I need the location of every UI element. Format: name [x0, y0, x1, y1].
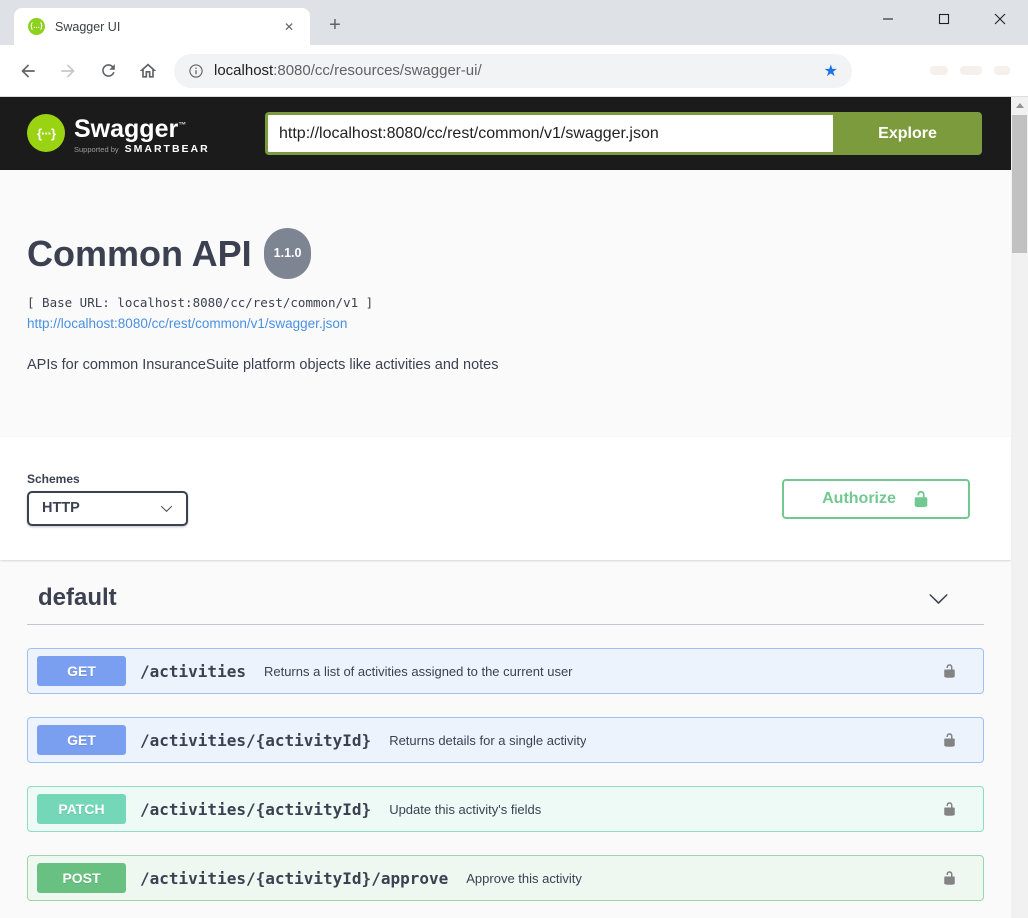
operation-summary: Returns a list of activities assigned to…: [264, 664, 573, 679]
scrollbar-up-arrow[interactable]: [1011, 97, 1028, 114]
operations-section: default GET /activities Returns a list o…: [0, 584, 1011, 901]
version-badge: 1.1.0: [264, 228, 312, 279]
back-icon[interactable]: [8, 51, 48, 91]
schemes-label: Schemes: [27, 472, 188, 486]
tab-title: Swagger UI: [55, 20, 278, 34]
unlock-icon: [912, 490, 930, 508]
extension-icon[interactable]: [930, 66, 948, 75]
spec-url-group: Explore: [265, 112, 982, 155]
unlock-icon[interactable]: [942, 869, 957, 887]
browser-tab[interactable]: {…} Swagger UI ✕: [14, 8, 310, 45]
tag-default-header[interactable]: default: [27, 584, 984, 625]
scheme-select[interactable]: HTTP: [27, 491, 188, 526]
authorize-button[interactable]: Authorize: [782, 479, 970, 519]
method-badge: GET: [37, 656, 126, 686]
browser-titlebar: {…} Swagger UI ✕ +: [0, 0, 1028, 45]
scheme-selected-value: HTTP: [42, 500, 80, 516]
api-description: APIs for common InsuranceSuite platform …: [27, 357, 984, 373]
api-info-section: Common API1.1.0 [ Base URL: localhost:80…: [0, 170, 1011, 437]
swagger-brand-name: Swagger™: [74, 115, 186, 143]
operation-row-get-activity-by-id[interactable]: GET /activities/{activityId} Returns det…: [27, 717, 984, 763]
close-window-button[interactable]: [972, 0, 1028, 38]
supported-by-label: Supported by: [74, 145, 119, 154]
chevron-down-icon: [160, 502, 173, 515]
unlock-icon[interactable]: [942, 800, 957, 818]
page-viewport: {···} Swagger™ Supported by SMARTBEAR Ex…: [0, 97, 1028, 918]
browser-window: {…} Swagger UI ✕ +: [0, 0, 1028, 918]
tag-name: default: [38, 584, 117, 612]
operation-path: /activities: [140, 662, 246, 681]
operation-path: /activities/{activityId}/approve: [140, 869, 448, 888]
address-bar[interactable]: localhost:8080/cc/resources/swagger-ui/ …: [174, 54, 852, 88]
swagger-logo-icon: {···}: [27, 114, 65, 152]
explore-button[interactable]: Explore: [833, 112, 982, 155]
method-badge: POST: [37, 863, 126, 893]
method-badge: PATCH: [37, 794, 126, 824]
window-controls: [860, 0, 1028, 38]
unlock-icon[interactable]: [942, 662, 957, 680]
operation-summary: Returns details for a single activity: [389, 733, 586, 748]
method-badge: GET: [37, 725, 126, 755]
swagger-ui-page: {···} Swagger™ Supported by SMARTBEAR Ex…: [0, 97, 1011, 918]
operation-summary: Approve this activity: [466, 871, 582, 886]
home-icon[interactable]: [128, 51, 168, 91]
swagger-topbar: {···} Swagger™ Supported by SMARTBEAR Ex…: [0, 97, 1011, 170]
operation-path: /activities/{activityId}: [140, 731, 371, 750]
operation-path: /activities/{activityId}: [140, 800, 371, 819]
toolbar-extras: [858, 66, 1020, 75]
browser-menu-icon[interactable]: [994, 66, 1010, 75]
swagger-brand[interactable]: {···} Swagger™ Supported by SMARTBEAR: [27, 112, 210, 154]
page-title: Common API1.1.0: [27, 232, 984, 283]
unlock-icon[interactable]: [942, 731, 957, 749]
minimize-button[interactable]: [860, 0, 916, 38]
url-text: localhost:8080/cc/resources/swagger-ui/: [214, 62, 482, 79]
scrollbar-thumb[interactable]: [1012, 115, 1027, 253]
scheme-container: Schemes HTTP Authorize: [0, 437, 1011, 560]
operation-row-patch-activity[interactable]: PATCH /activities/{activityId} Update th…: [27, 786, 984, 832]
new-tab-button[interactable]: +: [322, 14, 348, 37]
maximize-button[interactable]: [916, 0, 972, 38]
forward-icon[interactable]: [48, 51, 88, 91]
refresh-icon[interactable]: [88, 51, 128, 91]
swagger-favicon-icon: {…}: [28, 18, 45, 35]
base-url-text: [ Base URL: localhost:8080/cc/rest/commo…: [27, 295, 984, 310]
spec-url-input[interactable]: [265, 112, 833, 155]
site-info-icon[interactable]: [188, 63, 204, 79]
spec-json-link[interactable]: http://localhost:8080/cc/rest/common/v1/…: [27, 316, 347, 331]
browser-toolbar: localhost:8080/cc/resources/swagger-ui/ …: [0, 45, 1028, 97]
scrollbar[interactable]: [1011, 97, 1028, 918]
trademark-symbol: ™: [178, 120, 186, 129]
chevron-down-icon[interactable]: [928, 588, 949, 609]
tab-close-icon[interactable]: ✕: [278, 17, 300, 37]
smartbear-logo-text: SMARTBEAR: [125, 143, 210, 155]
operation-row-get-activities[interactable]: GET /activities Returns a list of activi…: [27, 648, 984, 694]
bookmark-star-icon[interactable]: ★: [824, 61, 838, 81]
profile-avatar[interactable]: [960, 66, 982, 75]
operation-summary: Update this activity's fields: [389, 802, 541, 817]
operation-row-post-approve[interactable]: POST /activities/{activityId}/approve Ap…: [27, 855, 984, 901]
